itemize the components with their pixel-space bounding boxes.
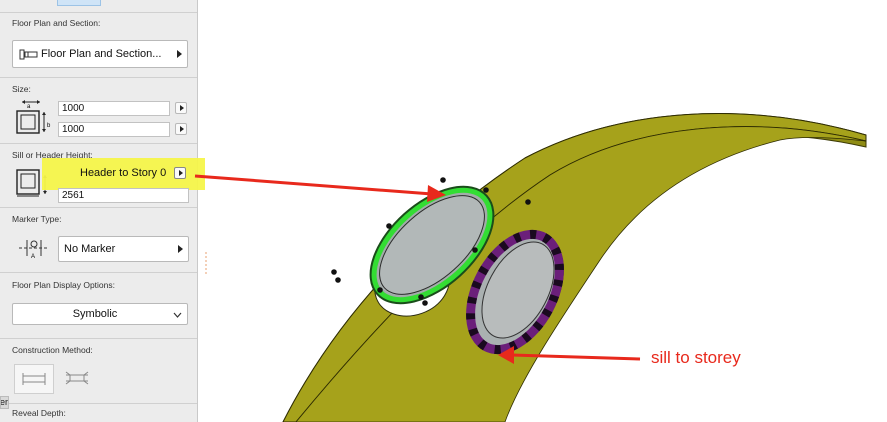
viewport-3d[interactable]: [0, 0, 887, 422]
header-annotation-arrow: [194, 174, 446, 202]
sill-annotation-text: sill to storey: [651, 348, 741, 367]
